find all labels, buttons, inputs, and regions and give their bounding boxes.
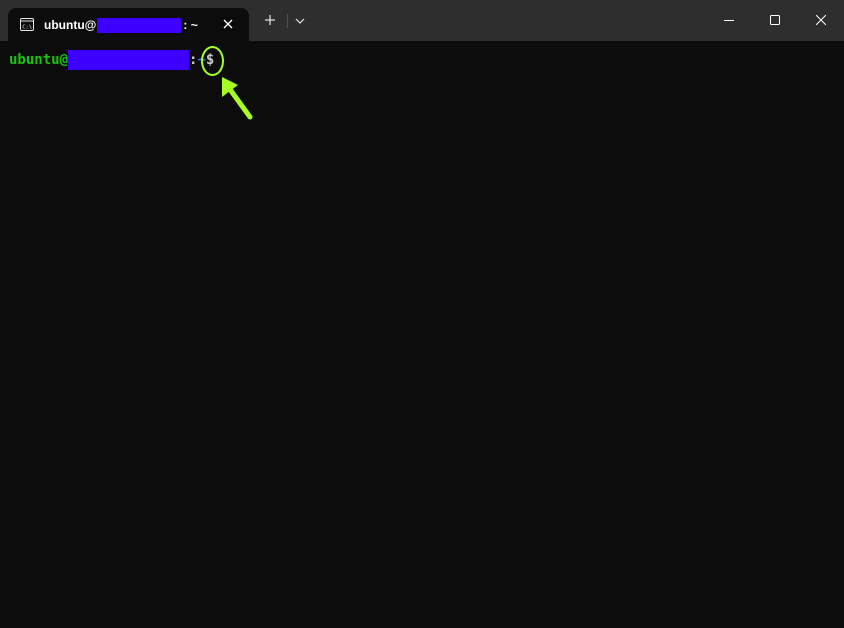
close-icon	[816, 15, 826, 25]
maximize-button[interactable]	[752, 0, 798, 41]
terminal-icon: C:\	[20, 18, 34, 31]
tab-title-user: ubuntu@	[44, 18, 97, 32]
close-window-button[interactable]	[798, 0, 844, 41]
annotation-arrow-icon	[222, 77, 253, 120]
tab-title-path: : ~	[183, 18, 198, 32]
shell-prompt: ubuntu@ : ~ $	[9, 50, 214, 70]
prompt-path: ~	[197, 52, 206, 68]
minimize-button[interactable]	[706, 0, 752, 41]
svg-text:C:\: C:\	[22, 25, 32, 31]
prompt-symbol: $	[205, 52, 215, 68]
minimize-icon	[724, 20, 734, 21]
close-icon[interactable]	[221, 17, 235, 31]
terminal-output[interactable]: ubuntu@ : ~ $	[0, 41, 844, 628]
maximize-icon	[770, 15, 780, 25]
prompt-user: ubuntu@	[9, 52, 69, 68]
tab-title: ubuntu@ : ~	[44, 17, 198, 33]
tab-separator	[287, 14, 288, 28]
prompt-colon: :	[189, 52, 198, 68]
title-bar[interactable]: C:\ ubuntu@ : ~	[0, 0, 844, 41]
plus-icon[interactable]	[260, 10, 280, 30]
tab-ubuntu[interactable]: C:\ ubuntu@ : ~	[8, 8, 249, 41]
chevron-down-icon[interactable]	[293, 15, 307, 27]
terminal-window: C:\ ubuntu@ : ~ ubuntu@: ~ $	[0, 0, 844, 628]
redacted-hostname	[68, 50, 190, 70]
redacted-hostname	[97, 17, 182, 33]
